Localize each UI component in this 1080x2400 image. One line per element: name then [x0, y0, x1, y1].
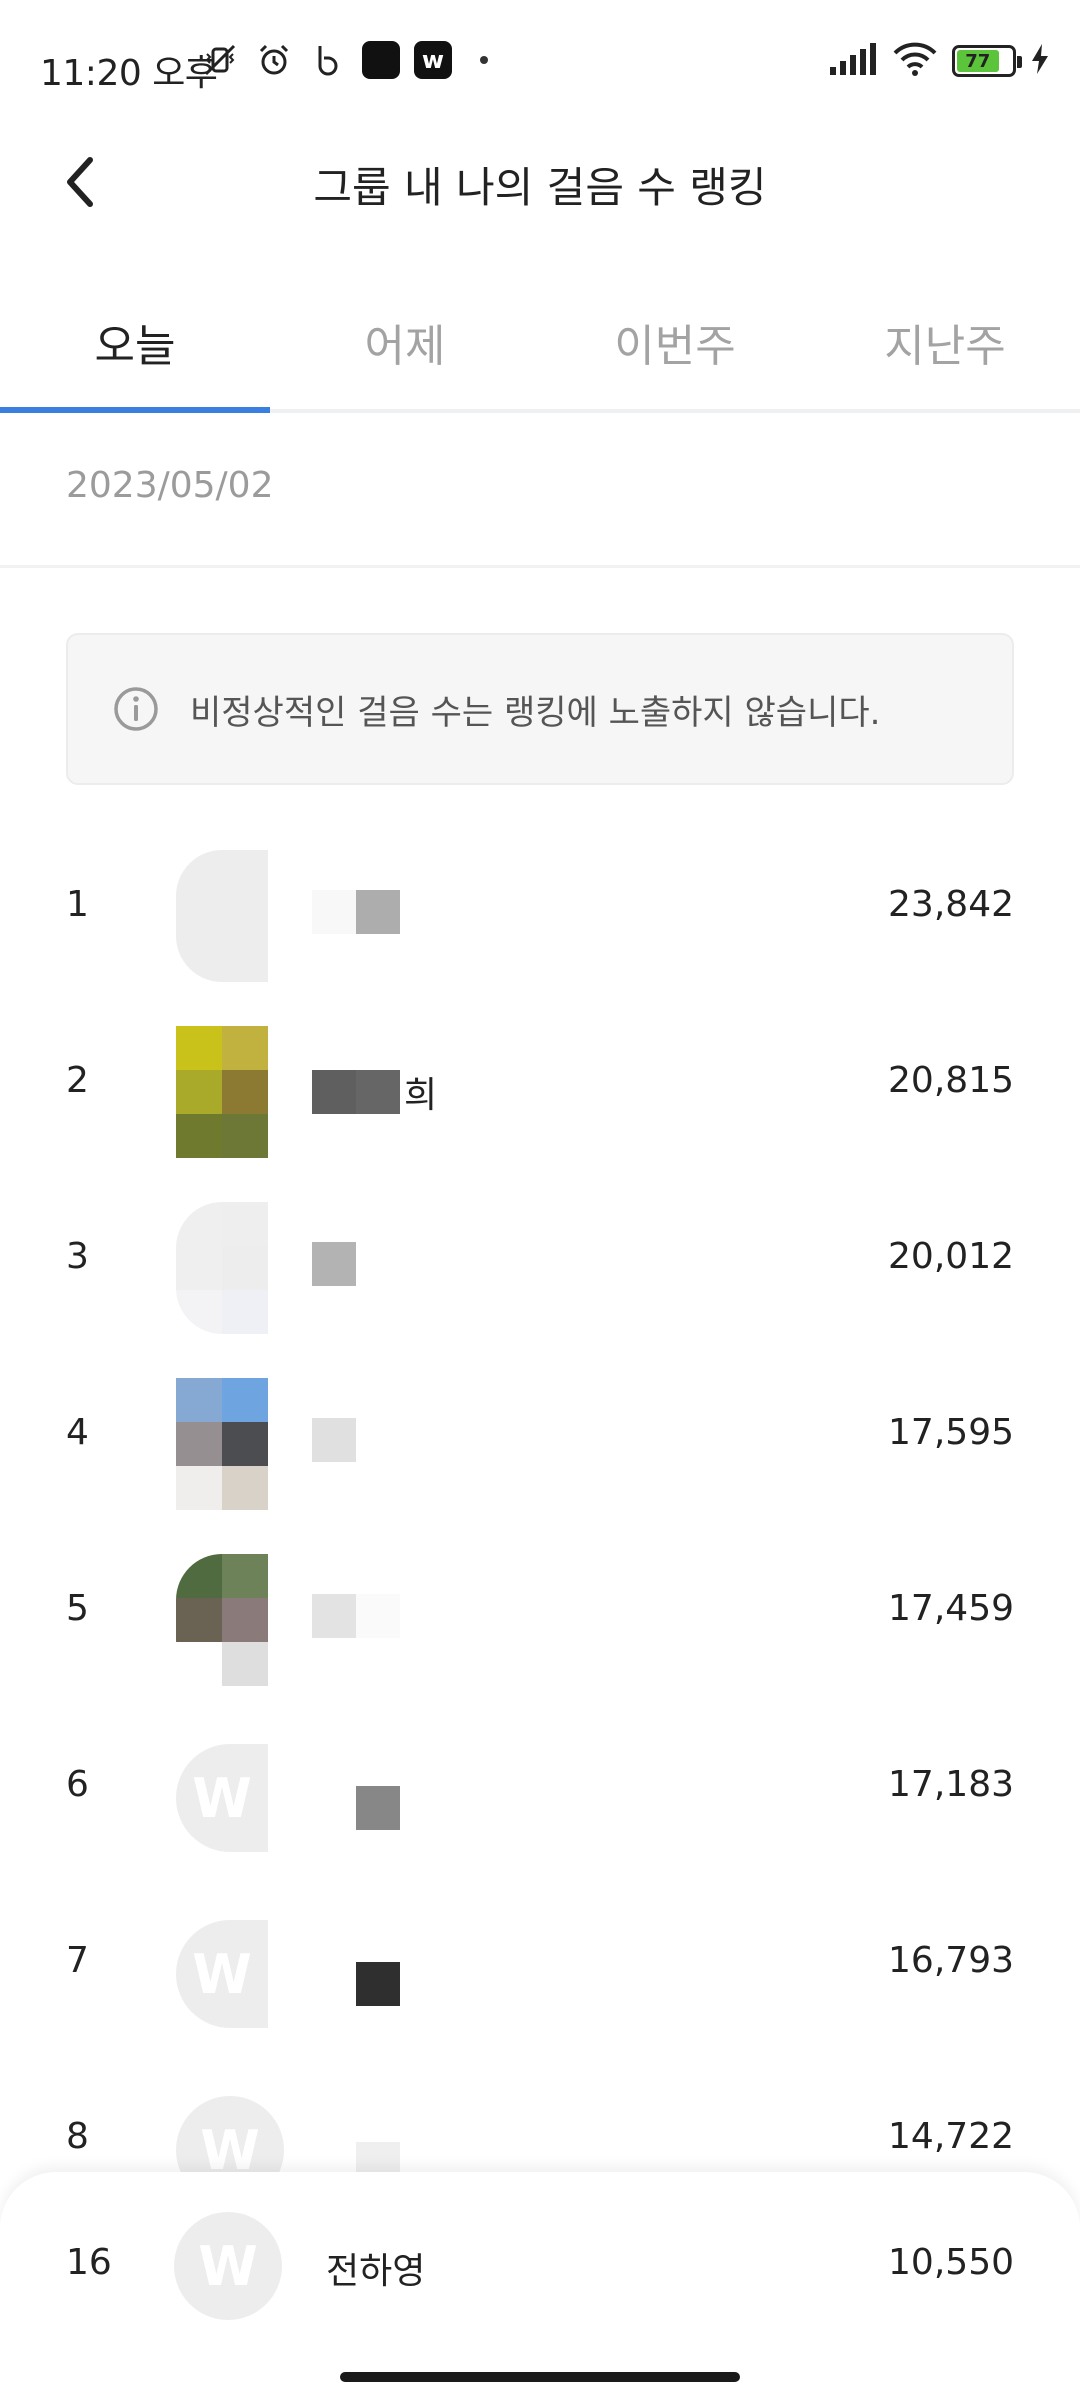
rank-number: 5 [66, 1588, 89, 1629]
notice-banner: 비정상적인 걸음 수는 랭킹에 노출하지 않습니다. [66, 633, 1014, 785]
signal-icon [828, 43, 878, 79]
ranking-row[interactable]: 6 W 17,183 [0, 1700, 1080, 1876]
rank-number: 1 [66, 884, 89, 925]
mosaic-block [356, 890, 400, 934]
step-count: 17,459 [888, 1588, 1014, 1629]
tab-this-week[interactable]: 이번주 [540, 275, 810, 409]
ranking-row[interactable]: 4 17,595 [0, 1348, 1080, 1524]
mosaic-block [312, 890, 356, 934]
rank-number: 2 [66, 1060, 89, 1101]
mosaic-block [356, 1594, 400, 1638]
charging-icon [1030, 43, 1050, 79]
step-count: 23,842 [888, 884, 1014, 925]
my-avatar: W [174, 2212, 282, 2320]
mosaic-block [312, 1418, 356, 1462]
ranking-list: 1 23,842 2 희 20,815 3 20,012 4 17,595 5 … [0, 820, 1080, 2228]
status-bar: 11:20 오후 w 77 [0, 0, 1080, 130]
tab-bar: 오늘 어제 이번주 지난주 [0, 275, 1080, 413]
home-indicator[interactable] [340, 2372, 740, 2382]
mosaic-block [356, 1070, 400, 1114]
step-count: 14,722 [888, 2116, 1014, 2157]
ranking-row[interactable]: 2 희 20,815 [0, 996, 1080, 1172]
step-count: 20,815 [888, 1060, 1014, 1101]
battery-icon: 77 [952, 45, 1022, 77]
avatar: W [176, 1744, 268, 1852]
tab-today[interactable]: 오늘 [0, 275, 270, 413]
mosaic-block [312, 1070, 356, 1114]
page-title: 그룹 내 나의 걸음 수 랭킹 [313, 163, 767, 212]
battery-level: 77 [957, 50, 999, 72]
user-name-mosaic [356, 1786, 400, 1830]
step-count: 16,793 [888, 1940, 1014, 1981]
user-name-mosaic: 희 [312, 1066, 437, 1118]
user-name-mosaic [356, 1962, 400, 2006]
battery-tip [1017, 56, 1022, 68]
user-name-tail: 희 [404, 1075, 438, 1116]
mute-vibrate-icon [200, 40, 240, 80]
header: 그룹 내 나의 걸음 수 랭킹 [0, 130, 1080, 240]
step-count: 17,595 [888, 1412, 1014, 1453]
my-step-count: 10,550 [888, 2242, 1014, 2283]
ranking-row[interactable]: 5 17,459 [0, 1524, 1080, 1700]
user-name-mosaic [312, 1242, 356, 1286]
rank-number: 7 [66, 1940, 89, 1981]
my-rank-card[interactable]: 16 W 전하영 10,550 [0, 2172, 1080, 2400]
avatar: W [176, 1920, 268, 2028]
mosaic-block [356, 1786, 400, 1830]
rank-number: 3 [66, 1236, 89, 1277]
ranking-row[interactable]: 7 W 16,793 [0, 1876, 1080, 2052]
alarm-icon [254, 40, 294, 80]
avatar [176, 850, 268, 982]
my-name: 전하영 [326, 2251, 426, 2292]
user-name-mosaic [312, 1594, 400, 1638]
user-name-mosaic [312, 890, 404, 934]
avatar [176, 1026, 268, 1158]
user-name-mosaic [312, 1418, 356, 1462]
mosaic-block [312, 1242, 356, 1286]
rank-number: 4 [66, 1412, 89, 1453]
ranking-row[interactable]: 3 20,012 [0, 1172, 1080, 1348]
my-rank-number: 16 [66, 2242, 112, 2283]
battery-level-text: 77 [965, 50, 991, 72]
avatar [176, 1202, 268, 1334]
status-time: 11:20 오후 [40, 53, 218, 94]
tab-yesterday[interactable]: 어제 [270, 275, 540, 409]
status-icons-right: 77 [828, 42, 1050, 80]
step-count: 20,012 [888, 1236, 1014, 1277]
black-square-app-icon [362, 41, 400, 79]
mosaic-block [356, 1962, 400, 2006]
avatar [176, 1554, 268, 1686]
more-notifications-dot-icon [480, 56, 488, 64]
avatar [176, 1378, 268, 1510]
wifi-icon [892, 42, 938, 80]
tab-last-week[interactable]: 지난주 [810, 275, 1080, 409]
ranking-row[interactable]: 1 23,842 [0, 820, 1080, 996]
mosaic-block [312, 1594, 356, 1638]
status-icons-left: w [200, 40, 488, 80]
step-count: 17,183 [888, 1764, 1014, 1805]
rank-number: 8 [66, 2116, 89, 2157]
date-row: 2023/05/02 [0, 413, 1080, 568]
info-icon [114, 687, 158, 731]
rank-number: 6 [66, 1764, 89, 1805]
b-app-icon [308, 40, 348, 80]
date-label: 2023/05/02 [66, 465, 274, 506]
notice-text: 비정상적인 걸음 수는 랭킹에 노출하지 않습니다. [190, 692, 881, 733]
w-app-icon: w [414, 41, 452, 79]
